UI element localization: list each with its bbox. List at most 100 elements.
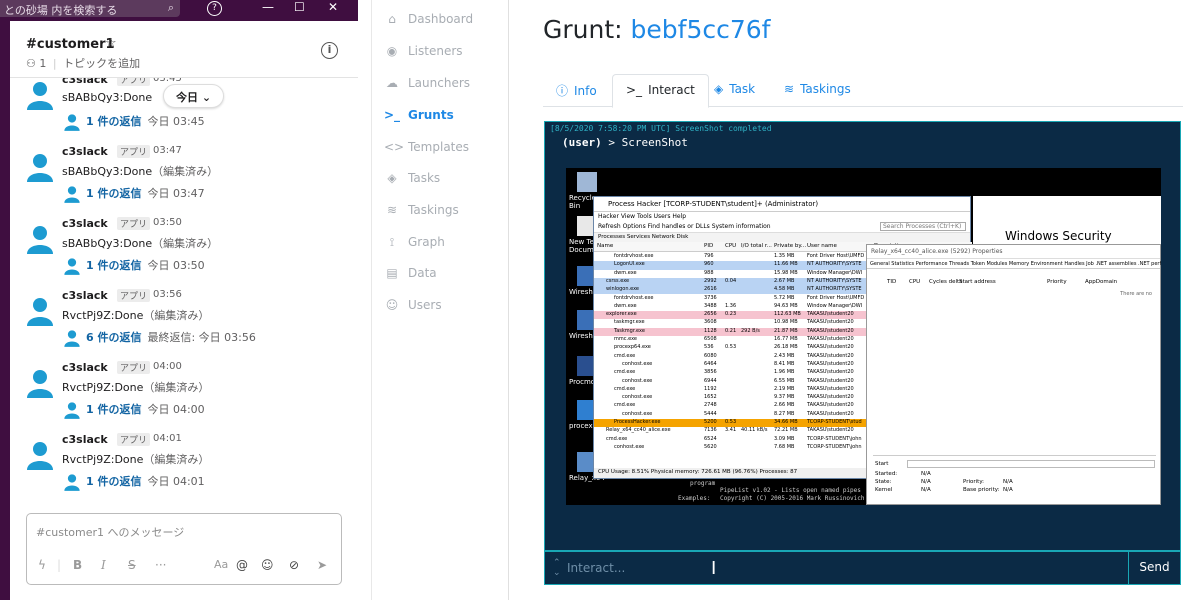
message-author[interactable]: c3slack — [62, 289, 108, 302]
app-badge: アプリ — [117, 145, 151, 158]
avatar[interactable] — [23, 438, 57, 472]
close-icon[interactable]: ✕ — [328, 0, 338, 14]
minimize-icon[interactable]: — — [262, 0, 274, 14]
interact-input[interactable]: Interact... — [567, 561, 625, 575]
reply-count-link[interactable]: 1 件の返信 — [86, 259, 141, 272]
slack-search-input[interactable]: との砂場 内を検索する ⌕ — [0, 0, 180, 17]
reply-avatar[interactable] — [62, 184, 82, 204]
thread-replies[interactable]: 1 件の返信 今日 04:01 — [62, 472, 205, 492]
avatar[interactable] — [23, 366, 57, 400]
edited-label: （編集済み） — [152, 237, 219, 250]
reply-avatar[interactable] — [62, 400, 82, 420]
date-divider-pill[interactable]: 今日 ⌄ — [163, 84, 225, 108]
channel-info-icon[interactable]: i — [321, 42, 338, 59]
slack-channel-panel: #customer1 ☆ ⚇ 1 | トピックを追加 i c3slack アプリ 0… — [10, 21, 358, 600]
tab-task[interactable]: ◈ Task — [701, 74, 768, 108]
help-icon[interactable]: ? — [207, 1, 222, 16]
ph-cell-pid: 960 — [704, 261, 714, 268]
nav-item-dashboard[interactable]: ⌂ Dashboard — [384, 12, 473, 32]
reply-count-link[interactable]: 1 件の返信 — [86, 187, 141, 200]
nav-item-listeners[interactable]: ◉ Listeners — [384, 44, 463, 64]
italic-icon[interactable]: I — [101, 558, 106, 572]
avatar[interactable] — [23, 150, 57, 184]
thread-replies[interactable]: 1 件の返信 今日 04:00 — [62, 400, 205, 420]
star-icon[interactable]: ☆ — [105, 36, 117, 51]
ph-cell-pid: 1128 — [704, 327, 717, 334]
ph-cell-user: TAKASU\student20 — [807, 427, 854, 434]
ph-cell-name: procexp64.exe — [614, 344, 651, 351]
ph-cell-user: TAKASU\student20 — [807, 327, 854, 334]
reply-avatar[interactable] — [62, 112, 82, 132]
nav-item-tasks[interactable]: ◈ Tasks — [384, 171, 440, 191]
bold-icon[interactable]: B — [73, 558, 82, 572]
avatar[interactable] — [23, 294, 57, 328]
thread-replies[interactable]: 1 件の返信 今日 03:47 — [62, 184, 205, 204]
nav-item-graph[interactable]: ⟟ Graph — [384, 235, 445, 255]
ph-cell-name: conhost.exe — [622, 394, 653, 401]
message-time[interactable]: 04:01 — [153, 433, 182, 444]
props-field-label: State: — [875, 479, 892, 485]
avatar[interactable] — [23, 222, 57, 256]
ph-cell-name: cmd.exe — [614, 402, 636, 409]
shortcuts-icon[interactable]: ϟ — [38, 558, 46, 572]
message-time[interactable]: 04:00 — [153, 361, 182, 372]
message-text: sBABbQy3:Done（編集済み） — [62, 235, 218, 251]
message-item[interactable]: c3slack アプリ 04:01 RvctPj9Z:Done（編集済み） 1 件の返信… — [10, 432, 358, 498]
text-format-icon[interactable]: Aa — [214, 558, 228, 571]
maximize-icon[interactable]: ☐ — [294, 0, 305, 14]
member-icon[interactable]: ⚇ — [26, 57, 36, 70]
nav-item-templates[interactable]: <> Templates — [384, 140, 469, 160]
history-arrows-icon[interactable]: ⌃ ⌄ — [553, 558, 561, 578]
reply-count-link[interactable]: 1 件の返信 — [86, 115, 141, 128]
tab-interact[interactable]: >_ Interact — [612, 74, 709, 108]
message-time[interactable]: 03:47 — [153, 145, 182, 156]
message-item[interactable]: c3slack アプリ 03:56 RvctPj9Z:Done（編集済み） 6 件の返信… — [10, 288, 358, 360]
channel-name[interactable]: #customer1 — [26, 37, 115, 52]
message-author[interactable]: c3slack — [62, 361, 108, 374]
message-item[interactable]: c3slack アプリ 03:47 sBABbQy3:Done（編集済み） 1 件の返信… — [10, 144, 358, 216]
ph-cell-mem: 26.18 MB — [774, 344, 798, 351]
add-topic-link[interactable]: トピックを追加 — [63, 57, 140, 70]
nav-item-users[interactable]: ☺ Users — [384, 298, 442, 318]
message-time[interactable]: 03:50 — [153, 217, 182, 228]
nav-item-launchers[interactable]: ☁ Launchers — [384, 76, 470, 96]
emoji-icon[interactable]: ☺ — [261, 558, 274, 572]
more-formatting-icon[interactable]: ··· — [155, 558, 166, 572]
reply-avatar[interactable] — [62, 328, 82, 348]
message-time[interactable]: 03:56 — [153, 289, 182, 300]
avatar[interactable] — [23, 78, 57, 112]
message-author[interactable]: c3slack — [62, 217, 108, 230]
nav-item-data[interactable]: ▤ Data — [384, 266, 436, 286]
message-composer[interactable]: #customer1 へのメッセージ ϟ | B I S ··· Aa @ ☺ … — [26, 513, 342, 585]
process-properties-window: Relay_x64_cc40_alice.exe (5292) Properti… — [866, 244, 1161, 505]
message-author[interactable]: c3slack — [62, 145, 108, 158]
member-count[interactable]: 1 — [39, 57, 46, 70]
message-author[interactable]: c3slack — [62, 433, 108, 446]
message-item[interactable]: c3slack アプリ 04:00 RvctPj9Z:Done（編集済み） 1 件の返信… — [10, 360, 358, 432]
tab-taskings[interactable]: ≋ Taskings — [771, 74, 864, 108]
message-author[interactable]: c3slack — [62, 78, 108, 86]
thread-replies[interactable]: 1 件の返信 今日 03:50 — [62, 256, 205, 276]
attachment-icon[interactable]: ⊘ — [289, 558, 299, 572]
tab-info[interactable]: ⓘ Info — [543, 74, 610, 108]
reply-avatar[interactable] — [62, 472, 82, 492]
reply-count-link[interactable]: 1 件の返信 — [86, 403, 141, 416]
send-button[interactable]: Send — [1128, 552, 1180, 584]
ph-cell-mem: 34.66 MB — [774, 419, 798, 425]
ph-cell-mem: 112.63 MB — [774, 311, 801, 318]
reply-count-link[interactable]: 6 件の返信 — [86, 331, 141, 344]
send-message-icon[interactable]: ➤ — [317, 558, 327, 572]
message-text: sBABbQy3:Done（編集済み） — [62, 163, 218, 179]
ph-cell-name: LogonUI.exe — [614, 261, 645, 268]
mention-icon[interactable]: @ — [236, 558, 248, 572]
strikethrough-icon[interactable]: S — [128, 558, 136, 572]
nav-item-grunts[interactable]: >_ Grunts — [384, 108, 454, 128]
props-title: Relay_x64_cc40_alice.exe (5292) Properti… — [867, 245, 1160, 259]
reply-avatar[interactable] — [62, 256, 82, 276]
thread-replies[interactable]: 1 件の返信 今日 03:45 — [62, 112, 205, 132]
reply-count-link[interactable]: 1 件の返信 — [86, 475, 141, 488]
thread-replies[interactable]: 6 件の返信 最終返信: 今日 03:56 — [62, 328, 256, 348]
nav-item-taskings[interactable]: ≋ Taskings — [384, 203, 459, 223]
reply-time: 今日 03:45 — [147, 115, 205, 128]
message-item[interactable]: c3slack アプリ 03:50 sBABbQy3:Done（編集済み） 1 件の返信… — [10, 216, 358, 288]
